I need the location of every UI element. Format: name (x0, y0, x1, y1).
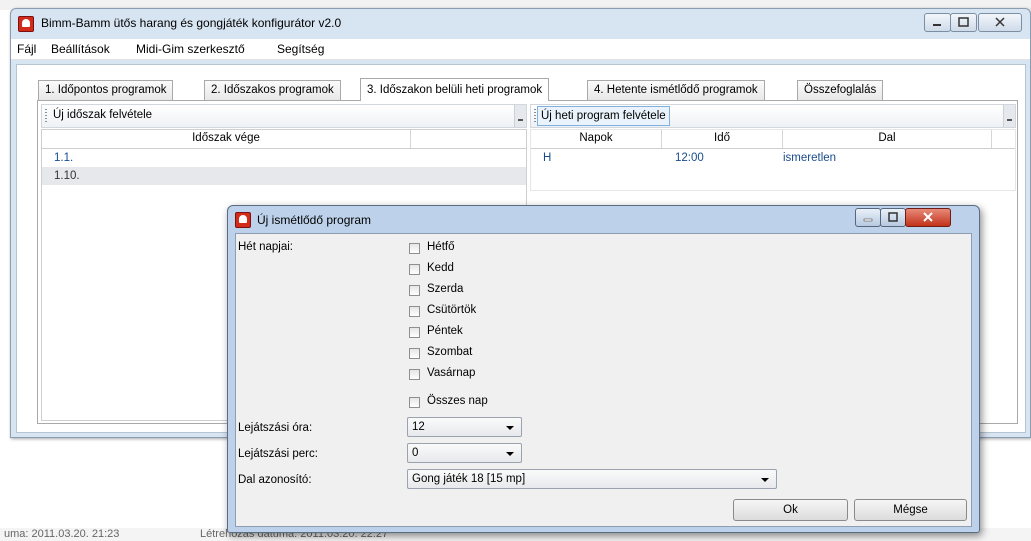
maximize-icon (958, 17, 969, 27)
week-days-label: Hét napjai: (238, 241, 293, 253)
table-row[interactable]: H 12:00 ismeretlen (531, 149, 1015, 167)
menu-file[interactable]: Fájl (17, 42, 36, 56)
tab-weekly-repeating[interactable]: 4. Hetente ismétlődő programok (587, 80, 765, 100)
song-select[interactable]: Gong játék 18 [15 mp] (407, 469, 777, 489)
tab-summary[interactable]: Összefoglalás (797, 80, 884, 100)
menu-bar: Fájl Beállítások Midi-Gim szerkesztő Seg… (11, 39, 1030, 60)
close-icon (995, 17, 1005, 27)
song-select-value: Gong játék 18 [15 mp] (412, 473, 526, 485)
song-cell: ismeretlen (783, 152, 837, 164)
column-separator (991, 130, 992, 148)
column-header-days[interactable]: Napok (531, 132, 661, 144)
hour-label: Lejátszási óra: (238, 422, 313, 434)
checkbox-saturday[interactable] (409, 348, 420, 359)
checkbox-sunday-label[interactable]: Vasárnap (427, 367, 475, 379)
checkbox-thursday[interactable] (409, 306, 420, 317)
checkbox-thursday-label[interactable]: Csütörtök (427, 304, 476, 316)
right-toolbar: Új heti program felvétele (530, 104, 1016, 128)
maximize-icon (888, 212, 898, 222)
tab-periodic-programs[interactable]: 2. Időszakos programok (204, 80, 341, 100)
time-cell: 12:00 (675, 152, 704, 164)
maximize-button[interactable] (950, 13, 977, 32)
checkbox-friday-label[interactable]: Péntek (427, 325, 463, 337)
minute-select[interactable]: 0 (407, 443, 522, 463)
minimize-icon (863, 218, 873, 222)
column-separator (410, 130, 411, 148)
hour-select-value: 12 (412, 421, 425, 433)
grid-header: Napok Idő Dal (531, 130, 1015, 149)
bell-app-icon (235, 212, 251, 228)
toolbar-overflow-button[interactable] (514, 105, 526, 127)
menu-help[interactable]: Segítség (277, 42, 324, 56)
checkbox-wednesday[interactable] (409, 285, 420, 296)
song-label: Dal azonosító: (238, 474, 312, 486)
dialog-title-bar[interactable]: Új ismétlődő program (228, 206, 979, 232)
table-row-selected[interactable]: 1.10. (42, 167, 526, 185)
left-toolbar: Új időszak felvétele (41, 104, 527, 128)
period-end-cell: 1.10. (54, 170, 80, 182)
checkbox-tuesday[interactable] (409, 264, 420, 275)
checkbox-monday[interactable] (409, 243, 420, 254)
dialog-minimize-button[interactable] (855, 208, 881, 227)
menu-midi-editor[interactable]: Midi-Gim szerkesztő (136, 42, 245, 56)
checkbox-tuesday-label[interactable]: Kedd (427, 262, 454, 274)
tab-weekly-in-period[interactable]: 3. Időszakon belüli heti programok (360, 78, 550, 101)
checkbox-monday-label[interactable]: Hétfő (427, 241, 455, 253)
column-header-time[interactable]: Idő (662, 132, 782, 144)
chevron-down-icon (761, 478, 769, 482)
checkbox-sunday[interactable] (409, 369, 420, 380)
close-button[interactable] (978, 13, 1022, 32)
minute-label: Lejátszási perc: (238, 448, 318, 460)
checkbox-saturday-label[interactable]: Szombat (427, 346, 472, 358)
column-header-song[interactable]: Dal (783, 132, 991, 144)
main-title-bar[interactable]: Bimm-Bamm ütős harang és gongjáték konfi… (11, 9, 1030, 37)
days-cell: H (543, 152, 552, 164)
grid-header: Időszak vége (42, 130, 526, 149)
cancel-button[interactable]: Mégse (854, 499, 967, 521)
close-icon (923, 212, 933, 222)
chevron-down-icon (506, 426, 514, 430)
background-created-date-left: uma: 2011.03.20. 21:23 (4, 528, 120, 540)
weekly-program-grid: Napok Idő Dal H 12:00 ismeretlen (530, 129, 1016, 191)
checkbox-all-days[interactable] (409, 397, 420, 408)
minimize-icon (933, 24, 941, 26)
toolbar-overflow-button[interactable] (1003, 105, 1015, 127)
dialog-maximize-button[interactable] (880, 208, 906, 227)
dialog-client-area: Hét napjai: Hétfő Kedd Szerda Csütörtök … (235, 233, 972, 527)
new-period-button[interactable]: Új időszak felvétele (50, 106, 155, 124)
tab-timed-programs[interactable]: 1. Időpontos programok (38, 80, 174, 100)
main-window-title: Bimm-Bamm ütős harang és gongjáték konfi… (41, 16, 342, 30)
toolbar-grip (45, 109, 47, 123)
checkbox-wednesday-label[interactable]: Szerda (427, 283, 463, 295)
menu-settings[interactable]: Beállítások (51, 42, 110, 56)
dialog-close-button[interactable] (905, 208, 951, 227)
dialog-title: Új ismétlődő program (257, 213, 372, 227)
checkbox-friday[interactable] (409, 327, 420, 338)
minute-select-value: 0 (412, 447, 419, 459)
bell-app-icon (18, 16, 34, 32)
minimize-button[interactable] (924, 13, 951, 32)
hour-select[interactable]: 12 (407, 417, 522, 437)
ok-button[interactable]: Ok (733, 499, 848, 521)
table-row[interactable]: 1.1. (42, 149, 526, 167)
period-end-cell: 1.1. (54, 152, 74, 164)
new-repeating-program-dialog: Új ismétlődő program Hét napjai: Hétfő K… (227, 205, 980, 533)
checkbox-all-days-label[interactable]: Összes nap (427, 395, 488, 407)
toolbar-grip (534, 109, 536, 123)
column-header-period-end[interactable]: Időszak vége (42, 132, 410, 144)
chevron-down-icon (506, 452, 514, 456)
new-weekly-program-button[interactable]: Új heti program felvétele (537, 106, 670, 126)
